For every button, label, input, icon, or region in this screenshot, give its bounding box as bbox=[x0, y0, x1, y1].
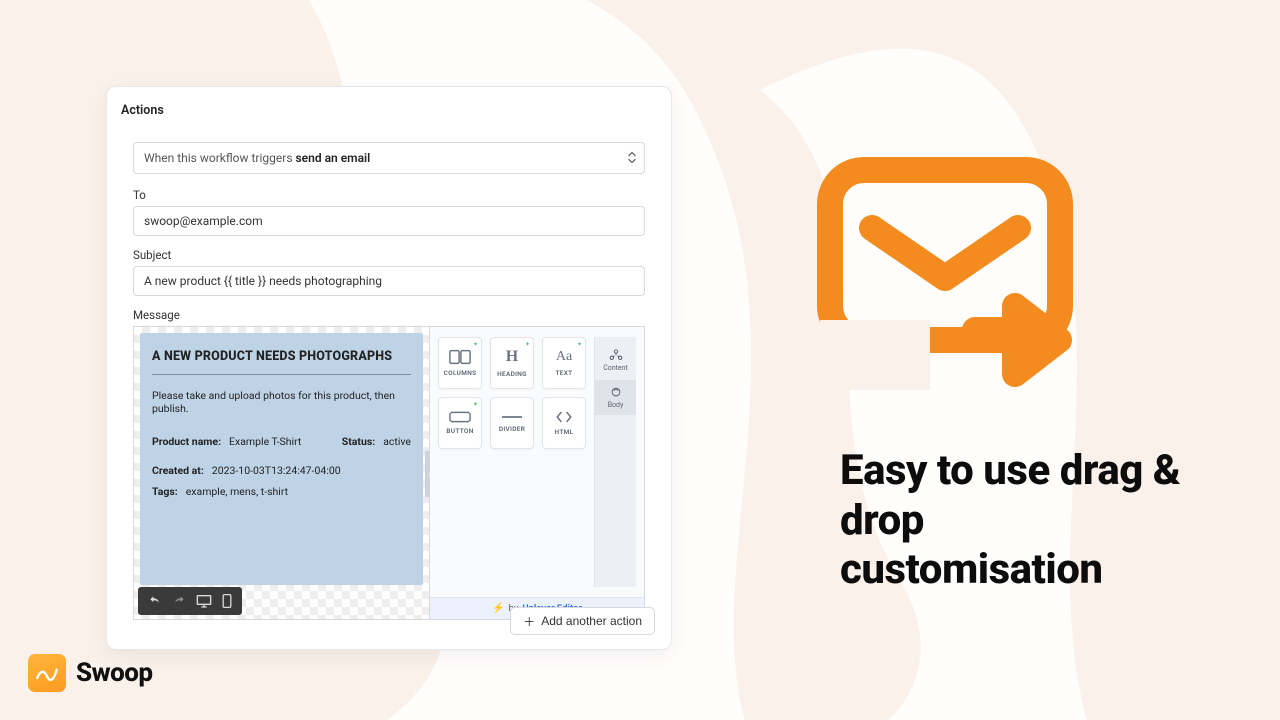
block-text-label: TEXT bbox=[556, 369, 573, 377]
block-html[interactable]: HTML bbox=[542, 397, 586, 449]
block-columns[interactable]: ✦ COLUMNS bbox=[438, 337, 482, 389]
status-val: active bbox=[383, 435, 411, 448]
to-input[interactable] bbox=[133, 206, 645, 236]
created-key: Created at: bbox=[152, 464, 204, 477]
headline: Easy to use drag & drop customisation bbox=[840, 446, 1190, 595]
editor-sidebar: ✦ COLUMNS ✦ H HEADING ✦ Aa TEXT bbox=[430, 326, 645, 620]
email-divider bbox=[152, 374, 411, 375]
redo-icon[interactable] bbox=[172, 594, 186, 608]
actions-panel: Actions When this workflow triggers send… bbox=[106, 86, 672, 650]
product-name-val: Example T-Shirt bbox=[229, 435, 301, 448]
add-action-label: Add another action bbox=[541, 614, 642, 628]
subject-input[interactable] bbox=[133, 266, 645, 296]
email-preview[interactable]: A NEW PRODUCT NEEDS PHOTOGRAPHS Please t… bbox=[140, 333, 423, 585]
block-button-label: BUTTON bbox=[446, 427, 473, 435]
to-label: To bbox=[133, 188, 645, 202]
block-columns-label: COLUMNS bbox=[444, 369, 477, 377]
block-text[interactable]: ✦ Aa TEXT bbox=[542, 337, 586, 389]
message-editor: A NEW PRODUCT NEEDS PHOTOGRAPHS Please t… bbox=[133, 326, 645, 620]
undo-icon[interactable] bbox=[148, 594, 162, 608]
trigger-action: send an email bbox=[296, 151, 371, 165]
hero-mail-icon bbox=[810, 150, 1090, 390]
tab-body-label: Body bbox=[608, 401, 624, 409]
block-heading-label: HEADING bbox=[497, 370, 527, 378]
tab-content[interactable]: Content bbox=[595, 343, 636, 378]
add-action-button[interactable]: ＋ Add another action bbox=[510, 607, 655, 635]
tab-content-label: Content bbox=[603, 364, 628, 372]
subject-label: Subject bbox=[133, 248, 645, 262]
block-divider[interactable]: DIVIDER bbox=[490, 397, 534, 449]
block-heading[interactable]: ✦ H HEADING bbox=[490, 337, 534, 389]
desktop-icon[interactable] bbox=[196, 594, 212, 608]
message-label: Message bbox=[133, 308, 645, 322]
trigger-select[interactable]: When this workflow triggers send an emai… bbox=[133, 142, 645, 174]
tab-body[interactable]: Body bbox=[595, 380, 636, 415]
panel-title: Actions bbox=[121, 103, 657, 118]
block-button[interactable]: ✦ BUTTON bbox=[438, 397, 482, 449]
editor-canvas[interactable]: A NEW PRODUCT NEEDS PHOTOGRAPHS Please t… bbox=[133, 326, 430, 620]
stepper-icon bbox=[628, 152, 636, 165]
editor-toolbar bbox=[138, 587, 242, 615]
brand: Swoop bbox=[28, 654, 153, 692]
status-key: Status: bbox=[342, 435, 375, 448]
block-html-label: HTML bbox=[555, 428, 574, 436]
bolt-icon: ⚡ bbox=[492, 603, 504, 614]
brand-name: Swoop bbox=[76, 658, 153, 688]
email-intro: Please take and upload photos for this p… bbox=[152, 389, 411, 415]
trigger-prefix: When this workflow triggers bbox=[144, 151, 293, 165]
product-name-key: Product name: bbox=[152, 435, 221, 448]
created-val: 2023-10-03T13:24:47-04:00 bbox=[212, 464, 341, 477]
tags-key: Tags: bbox=[152, 485, 178, 498]
email-title: A NEW PRODUCT NEEDS PHOTOGRAPHS bbox=[152, 349, 411, 364]
brand-logo-icon bbox=[28, 654, 66, 692]
tags-val: example, mens, t-shirt bbox=[186, 485, 288, 498]
plus-icon: ＋ bbox=[523, 613, 535, 630]
mobile-icon[interactable] bbox=[222, 594, 232, 608]
block-divider-label: DIVIDER bbox=[499, 425, 525, 433]
